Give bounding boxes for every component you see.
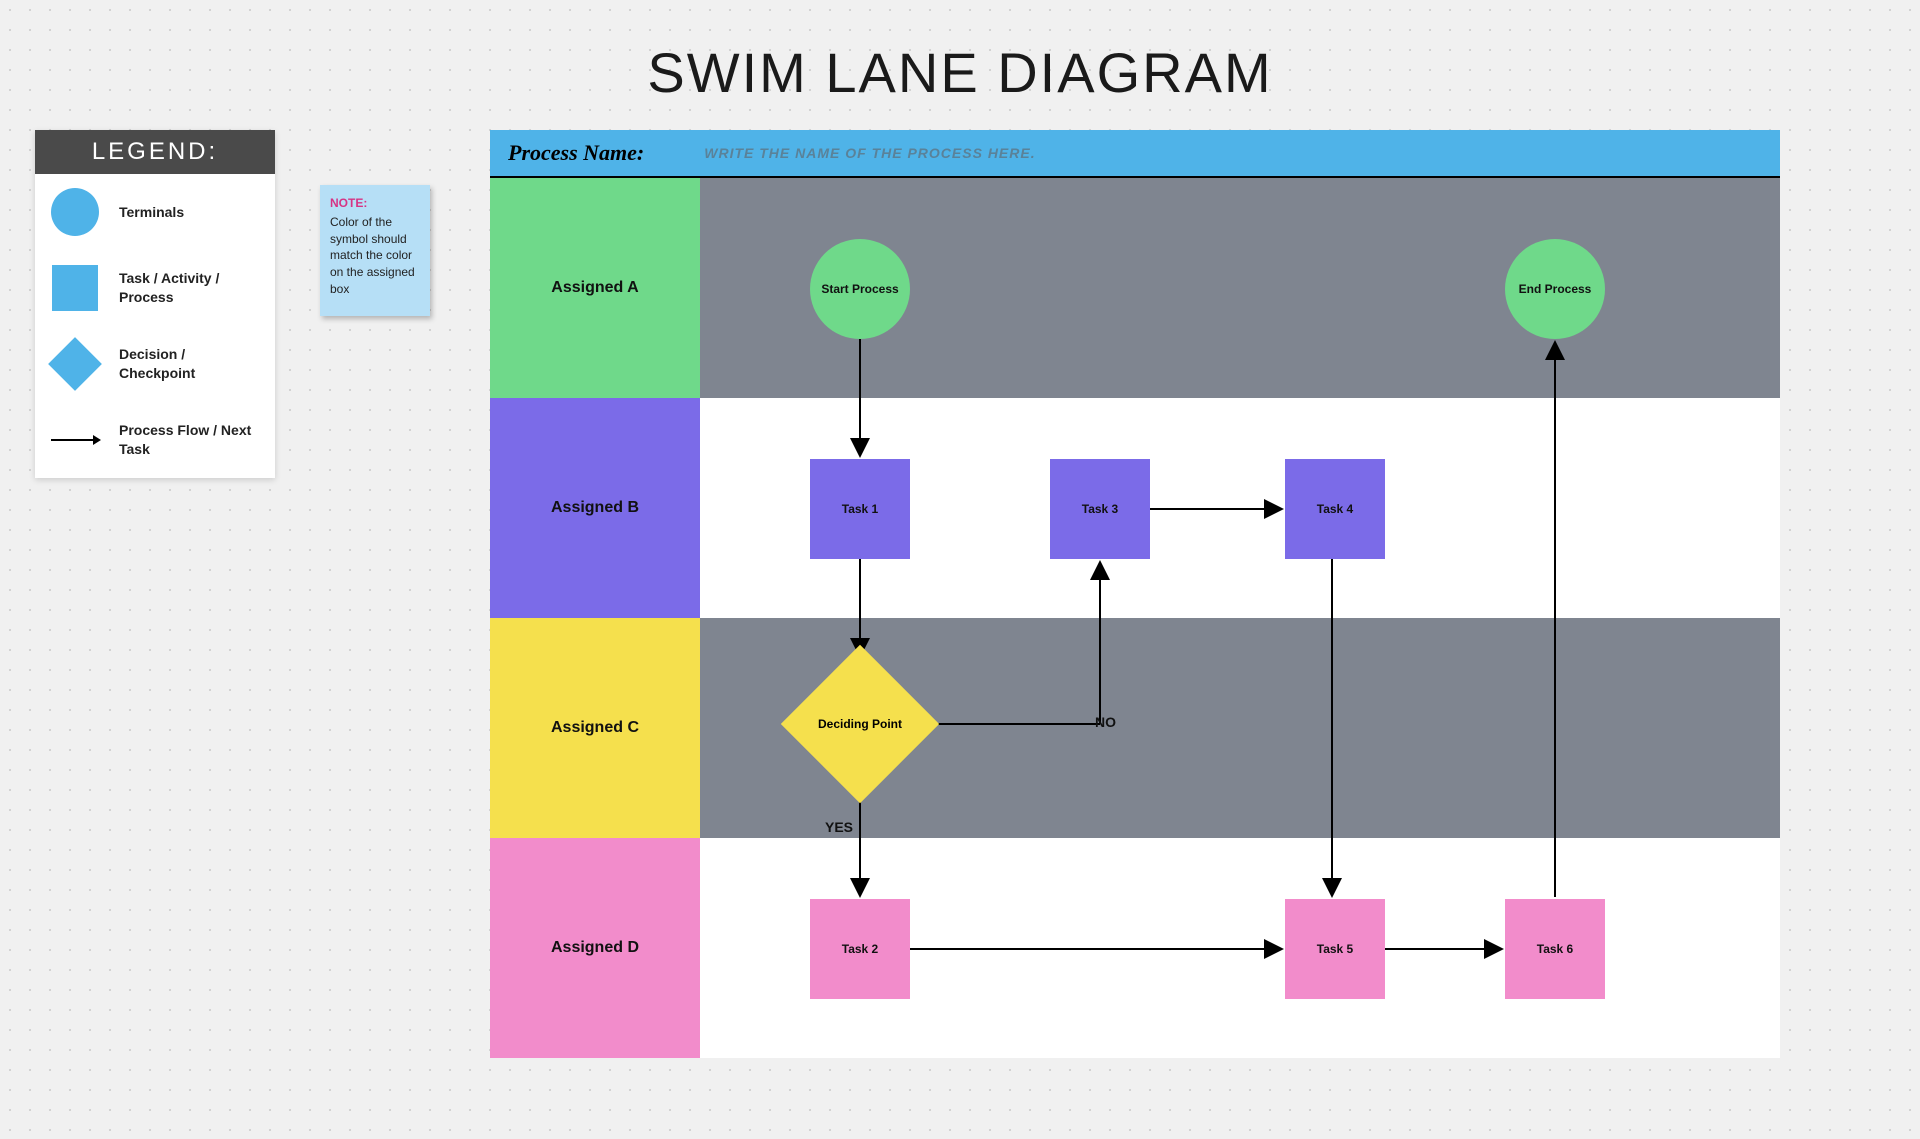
- note-body: Color of the symbol should match the col…: [330, 214, 420, 298]
- task-5[interactable]: Task 5: [1285, 899, 1385, 999]
- legend-header: LEGEND:: [35, 130, 275, 174]
- arrow-icon: [49, 414, 101, 466]
- flow-overlay: Start Process End Process Task 1 Task 3 …: [700, 179, 1780, 1059]
- task-1[interactable]: Task 1: [810, 459, 910, 559]
- decision-label: Deciding Point: [790, 654, 930, 794]
- lane-head-c: Assigned C: [490, 618, 700, 838]
- note-label: NOTE:: [330, 195, 420, 212]
- square-icon: [49, 262, 101, 314]
- legend-label: Terminals: [119, 203, 184, 222]
- edge-label-yes: YES: [825, 819, 853, 835]
- page-title: SWIM LANE DIAGRAM: [647, 40, 1272, 105]
- task-4[interactable]: Task 4: [1285, 459, 1385, 559]
- task-3[interactable]: Task 3: [1050, 459, 1150, 559]
- legend-label: Decision / Checkpoint: [119, 345, 261, 383]
- legend-label: Process Flow / Next Task: [119, 421, 261, 459]
- note-card: NOTE: Color of the symbol should match t…: [320, 185, 430, 316]
- diamond-icon: [49, 338, 101, 390]
- process-name-label: Process Name:: [508, 140, 644, 166]
- terminal-start[interactable]: Start Process: [810, 239, 910, 339]
- task-6[interactable]: Task 6: [1505, 899, 1605, 999]
- lane-head-a: Assigned A: [490, 178, 700, 398]
- legend-row-decision: Decision / Checkpoint: [35, 326, 275, 402]
- terminal-end[interactable]: End Process: [1505, 239, 1605, 339]
- legend-panel: LEGEND: Terminals Task / Activity / Proc…: [35, 130, 275, 478]
- lane-head-b: Assigned B: [490, 398, 700, 618]
- edge-label-no: NO: [1095, 714, 1116, 730]
- task-2[interactable]: Task 2: [810, 899, 910, 999]
- legend-row-terminals: Terminals: [35, 174, 275, 250]
- swimlane-diagram: Process Name: WRITE THE NAME OF THE PROC…: [490, 130, 1780, 1058]
- legend-row-flow: Process Flow / Next Task: [35, 402, 275, 478]
- circle-icon: [49, 186, 101, 238]
- process-name-placeholder[interactable]: WRITE THE NAME OF THE PROCESS HERE.: [704, 145, 1035, 161]
- lane-head-d: Assigned D: [490, 838, 700, 1058]
- legend-label: Task / Activity / Process: [119, 269, 261, 307]
- process-name-bar: Process Name: WRITE THE NAME OF THE PROC…: [490, 130, 1780, 178]
- legend-row-task: Task / Activity / Process: [35, 250, 275, 326]
- decision-point[interactable]: Deciding Point: [790, 654, 930, 794]
